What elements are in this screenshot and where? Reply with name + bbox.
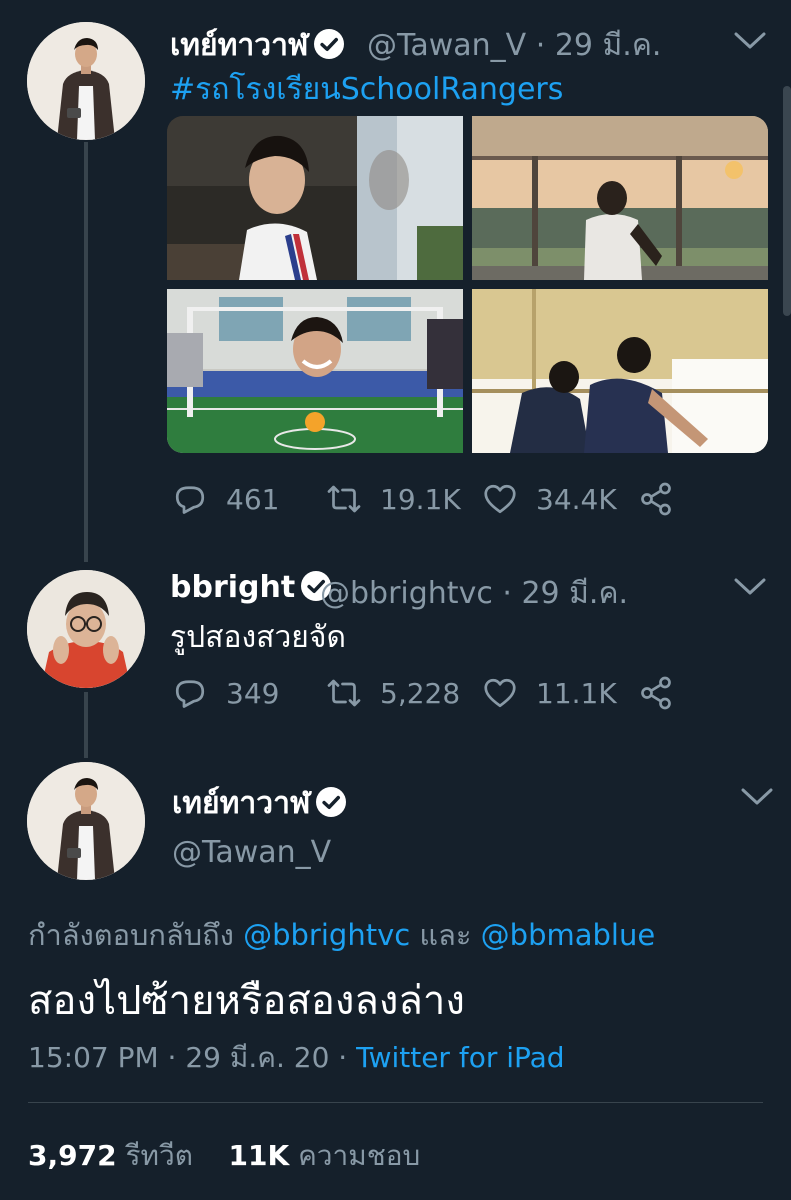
retweet-button[interactable]: 5,228 — [326, 675, 460, 711]
heart-icon — [484, 484, 516, 514]
reply-button[interactable]: 349 — [172, 675, 279, 711]
verified-badge-icon — [314, 29, 345, 59]
mention-link[interactable]: @bbmablue — [481, 918, 656, 952]
media-grid — [167, 116, 768, 453]
author-name[interactable]: เทย์ทาวาฬ — [170, 22, 345, 69]
author-name[interactable]: bbright — [170, 570, 332, 605]
thread-line — [84, 142, 88, 562]
avatar[interactable] — [27, 570, 145, 688]
photo-soccer-table[interactable] — [167, 289, 463, 453]
like-count: 34.4K — [536, 482, 617, 516]
tweet-meta: @Tawan_V · 29 มี.ค. — [367, 22, 661, 69]
tweet-date[interactable]: · 29 มี.ค. — [536, 28, 662, 63]
share-button[interactable] — [638, 675, 692, 711]
heart-icon — [484, 678, 516, 708]
reply-count: 461 — [226, 482, 280, 516]
engagement-stats: 3,972 รีทวีต 11K ความชอบ — [28, 1134, 420, 1178]
reply-icon — [175, 486, 205, 514]
source-link[interactable]: Twitter for iPad — [356, 1041, 564, 1074]
divider — [28, 1102, 763, 1103]
tweet-text: สองไปซ้ายหรือสองลงล่าง — [28, 978, 465, 1024]
photo-classroom[interactable] — [167, 116, 463, 280]
tweet-meta: @bbrightvc · 29 มี.ค. — [320, 570, 628, 617]
like-count: 11.1K — [536, 676, 617, 710]
retweet-icon — [327, 485, 361, 513]
thread-line — [84, 692, 88, 758]
reply-count: 349 — [226, 676, 280, 710]
like-button[interactable]: 11.1K — [482, 675, 617, 711]
tweet-date[interactable]: · 29 มี.ค. — [502, 576, 628, 611]
retweet-count: 19.1K — [380, 482, 461, 516]
verified-badge-icon — [316, 787, 347, 817]
author-handle[interactable]: @Tawan_V — [172, 835, 331, 870]
scrollbar[interactable] — [783, 86, 791, 316]
photo-window-sunset[interactable] — [472, 116, 768, 280]
tweet-text: รูปสองสวยจัด — [170, 620, 346, 655]
retweet-count: 5,228 — [380, 676, 461, 710]
author-handle[interactable]: @bbrightvc — [320, 576, 493, 611]
retweet-stat[interactable]: 3,972 รีทวีต — [28, 1139, 193, 1172]
author-name[interactable]: เทย์ทาวาฬ — [172, 780, 347, 827]
author-handle[interactable]: @Tawan_V — [367, 28, 526, 63]
like-stat[interactable]: 11K ความชอบ — [229, 1139, 421, 1172]
share-button[interactable] — [638, 481, 692, 517]
like-button[interactable]: 34.4K — [482, 481, 617, 517]
reply-button[interactable]: 461 — [172, 481, 279, 517]
avatar[interactable] — [27, 762, 145, 880]
reply-icon — [175, 680, 205, 708]
photo-two-men-window[interactable] — [472, 289, 768, 453]
tweet-timestamp: 15:07 PM · 29 มี.ค. 20 · Twitter for iPa… — [28, 1041, 565, 1074]
avatar[interactable] — [27, 22, 145, 140]
chevron-down-icon[interactable] — [733, 30, 767, 52]
mention-link[interactable]: @bbrightvc — [243, 918, 410, 952]
retweet-icon — [327, 679, 361, 707]
share-icon — [641, 676, 671, 710]
chevron-down-icon[interactable] — [733, 576, 767, 598]
share-icon — [641, 482, 671, 516]
retweet-button[interactable]: 19.1K — [326, 481, 461, 517]
hashtag-link[interactable]: #รถโรงเรียนSchoolRangers — [170, 66, 563, 113]
replying-to: กำลังตอบกลับถึง @bbrightvc และ @bbmablue — [28, 918, 656, 952]
chevron-down-icon[interactable] — [740, 786, 774, 808]
